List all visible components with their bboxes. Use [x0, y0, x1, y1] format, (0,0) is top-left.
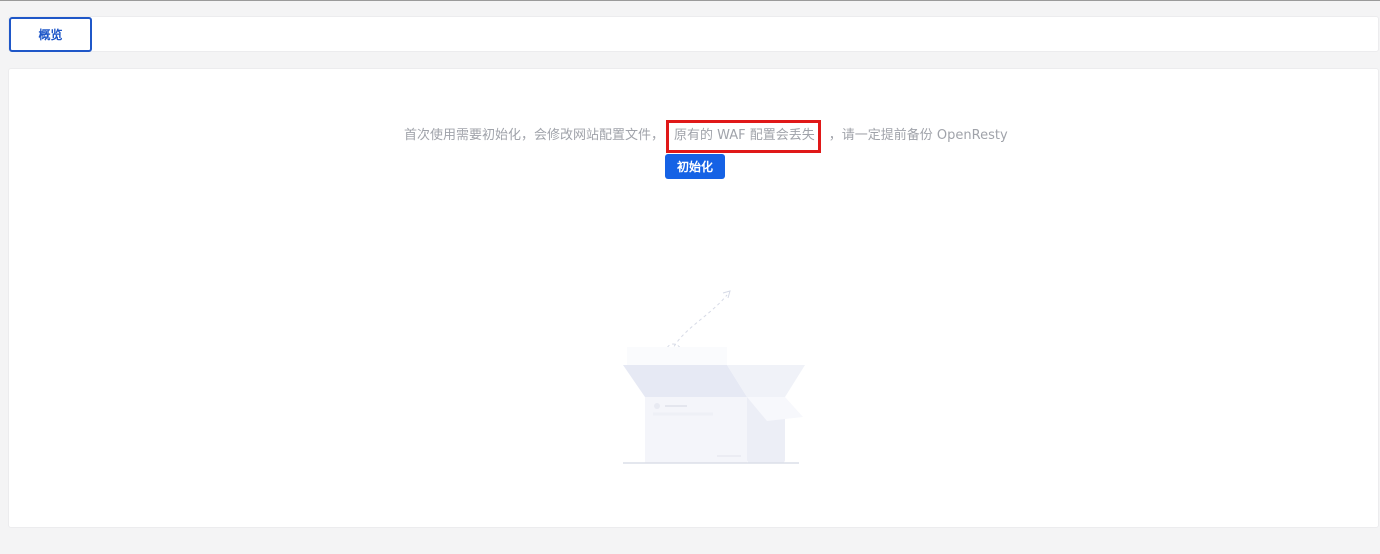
main-panel: 首次使用需要初始化，会修改网站配置文件， 原有的 WAF 配置会丢失 ，请一定提前备…: [8, 68, 1379, 528]
tab-overview-label: 概览: [38, 28, 63, 42]
notice-text-after: ，请一定提前备份 OpenResty: [828, 128, 1008, 143]
initialize-button[interactable]: 初始化: [665, 154, 725, 179]
notice-text-before: 首次使用需要初始化，会修改网站配置文件，: [404, 128, 665, 143]
tab-overview[interactable]: 概览: [9, 17, 92, 52]
empty-box-icon: [609, 287, 809, 471]
tab-bar: 概览: [8, 16, 1379, 52]
initialize-button-label: 初始化: [676, 160, 713, 174]
notice-text-highlight: 原有的 WAF 配置会丢失: [674, 128, 815, 143]
init-notice: 首次使用需要初始化，会修改网站配置文件， 原有的 WAF 配置会丢失 ，请一定提前备…: [404, 120, 1008, 153]
notice-highlight-box: 原有的 WAF 配置会丢失: [666, 120, 821, 153]
window-top-border: [0, 0, 1380, 1]
